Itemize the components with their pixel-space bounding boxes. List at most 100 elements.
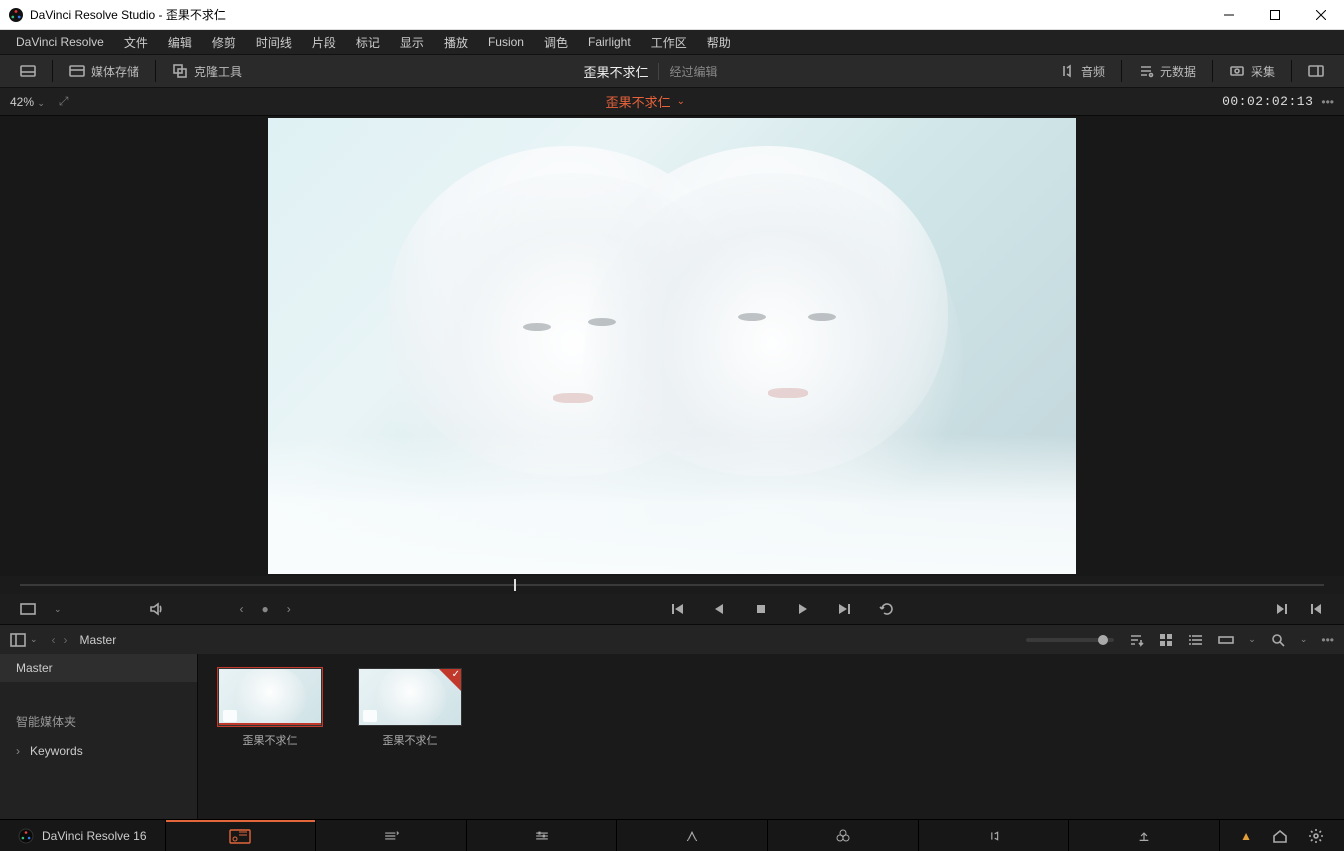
menu-workspace[interactable]: 工作区 bbox=[641, 32, 697, 53]
page-tabs: DaVinci Resolve 16 ▲ bbox=[0, 819, 1344, 851]
metadata-panel-label: 元数据 bbox=[1160, 63, 1196, 80]
layout-toggle-button[interactable] bbox=[10, 59, 46, 83]
go-first-button[interactable] bbox=[669, 601, 685, 617]
tab-media[interactable] bbox=[165, 820, 316, 851]
sort-button[interactable] bbox=[1128, 632, 1144, 648]
warning-icon[interactable]: ▲ bbox=[1240, 829, 1252, 843]
menu-fairlight[interactable]: Fairlight bbox=[578, 33, 641, 51]
transport-bar: ⌄ ‹ ● › bbox=[0, 594, 1344, 624]
project-status: 经过编辑 bbox=[658, 63, 717, 80]
viewer-options-icon[interactable]: ••• bbox=[1321, 95, 1334, 109]
tab-deliver[interactable] bbox=[1068, 820, 1219, 851]
menu-timeline[interactable]: 时间线 bbox=[246, 32, 302, 53]
bin-header: ⌄ ‹ › Master ⌄ ⌄ ••• bbox=[0, 624, 1344, 654]
clone-tool-label: 克隆工具 bbox=[194, 63, 242, 80]
viewer-timecode[interactable]: 00:02:02:13 bbox=[1222, 94, 1313, 109]
brand-label: DaVinci Resolve 16 bbox=[0, 820, 165, 851]
play-reverse-button[interactable] bbox=[711, 601, 727, 617]
bin-sidebar: Master 智能媒体夹 ›Keywords bbox=[0, 654, 198, 819]
tab-edit[interactable] bbox=[466, 820, 617, 851]
viewer-mode-button[interactable] bbox=[20, 601, 36, 617]
sidebar-heading-smart: 智能媒体夹 bbox=[0, 706, 197, 737]
bin-options-icon[interactable]: ••• bbox=[1321, 633, 1334, 647]
clip-thumbnail[interactable]: 歪果不求仁 bbox=[218, 668, 322, 748]
mute-button[interactable] bbox=[148, 601, 164, 617]
playhead-icon[interactable] bbox=[514, 579, 516, 591]
clip-name: 歪果不求仁 bbox=[383, 732, 438, 748]
chevron-down-icon[interactable]: ⌄ bbox=[1248, 634, 1256, 645]
menu-trim[interactable]: 修剪 bbox=[202, 32, 246, 53]
menu-davinci[interactable]: DaVinci Resolve bbox=[6, 33, 114, 51]
tab-fairlight[interactable] bbox=[918, 820, 1069, 851]
audio-panel-button[interactable]: 音频 bbox=[1049, 59, 1115, 84]
video-canvas[interactable] bbox=[268, 118, 1076, 574]
window-maximize-button[interactable] bbox=[1252, 0, 1298, 30]
bin-layout-button[interactable] bbox=[10, 632, 26, 648]
tab-cut[interactable] bbox=[315, 820, 466, 851]
stop-button[interactable] bbox=[753, 601, 769, 617]
sidebar-item-keywords[interactable]: ›Keywords bbox=[0, 737, 197, 765]
settings-button[interactable] bbox=[1308, 828, 1324, 844]
check-icon: ✓ bbox=[452, 669, 460, 680]
audio-badge-icon bbox=[223, 710, 237, 722]
sidebar-item-master[interactable]: Master bbox=[0, 654, 197, 682]
list-view-button[interactable] bbox=[1188, 632, 1204, 648]
thumbnail-size-slider[interactable] bbox=[1026, 638, 1114, 642]
menu-bar: DaVinci Resolve 文件 编辑 修剪 时间线 片段 标记 显示 播放… bbox=[0, 30, 1344, 54]
project-name: 歪果不求仁 bbox=[583, 62, 648, 81]
inspector-toggle-button[interactable] bbox=[1298, 59, 1334, 83]
menu-edit[interactable]: 编辑 bbox=[158, 32, 202, 53]
menu-color[interactable]: 调色 bbox=[534, 32, 578, 53]
capture-panel-button[interactable]: 采集 bbox=[1219, 59, 1285, 84]
play-button[interactable] bbox=[795, 601, 811, 617]
chevron-down-icon[interactable]: ⌄ bbox=[1300, 634, 1308, 645]
viewer-expand-icon[interactable]: ⤢ bbox=[59, 94, 69, 109]
audio-panel-label: 音频 bbox=[1081, 63, 1105, 80]
clone-tool-button[interactable]: 克隆工具 bbox=[162, 59, 252, 84]
nav-back-button[interactable]: ‹ bbox=[52, 633, 56, 647]
chevron-down-icon[interactable]: ⌄ bbox=[30, 634, 38, 645]
capture-panel-label: 采集 bbox=[1251, 63, 1275, 80]
menu-mark[interactable]: 标记 bbox=[346, 32, 390, 53]
loop-button[interactable] bbox=[879, 601, 895, 617]
thumb-view-button[interactable] bbox=[1158, 632, 1174, 648]
timeline-badge-icon bbox=[363, 710, 377, 722]
app-logo-icon bbox=[8, 7, 24, 23]
viewer-clip-name[interactable]: 歪果不求仁 bbox=[606, 92, 671, 111]
clip-thumbnail[interactable]: ✓ 歪果不求仁 bbox=[358, 668, 462, 748]
strip-view-button[interactable] bbox=[1218, 632, 1234, 648]
menu-clip[interactable]: 片段 bbox=[302, 32, 346, 53]
go-last-button[interactable] bbox=[837, 601, 853, 617]
clip-name: 歪果不求仁 bbox=[243, 732, 298, 748]
zoom-dropdown[interactable]: 42% ⌄ bbox=[10, 95, 45, 109]
chevron-down-icon[interactable]: ⌄ bbox=[677, 96, 685, 107]
search-button[interactable] bbox=[1270, 632, 1286, 648]
menu-view[interactable]: 显示 bbox=[390, 32, 434, 53]
media-storage-button[interactable]: 媒体存储 bbox=[59, 59, 149, 84]
window-title: DaVinci Resolve Studio - 歪果不求仁 bbox=[30, 6, 226, 23]
tab-color[interactable] bbox=[767, 820, 918, 851]
bin-path[interactable]: Master bbox=[80, 633, 117, 647]
nav-forward-button[interactable]: › bbox=[64, 633, 68, 647]
workspace-bar: 媒体存储 克隆工具 歪果不求仁 经过编辑 音频 元数据 采集 bbox=[0, 54, 1344, 88]
media-pool: Master 智能媒体夹 ›Keywords 歪果不求仁 ✓ 歪果不求仁 bbox=[0, 654, 1344, 819]
menu-playback[interactable]: 播放 bbox=[434, 32, 478, 53]
window-minimize-button[interactable] bbox=[1206, 0, 1252, 30]
last-clip-button[interactable] bbox=[1308, 601, 1324, 617]
window-close-button[interactable] bbox=[1298, 0, 1344, 30]
menu-help[interactable]: 帮助 bbox=[697, 32, 741, 53]
menu-fusion[interactable]: Fusion bbox=[478, 33, 534, 51]
prev-mark-icon[interactable]: ‹ bbox=[240, 602, 244, 616]
metadata-panel-button[interactable]: 元数据 bbox=[1128, 59, 1206, 84]
jog-bar[interactable] bbox=[0, 576, 1344, 594]
clip-pool[interactable]: 歪果不求仁 ✓ 歪果不求仁 bbox=[198, 654, 1344, 819]
home-button[interactable] bbox=[1272, 828, 1288, 844]
viewer-header: 42% ⌄ ⤢ 歪果不求仁 ⌄ 00:02:02:13 ••• bbox=[0, 88, 1344, 116]
next-clip-button[interactable] bbox=[1274, 601, 1290, 617]
viewer-panel bbox=[0, 116, 1344, 576]
mark-dot-icon: ● bbox=[262, 602, 269, 616]
menu-file[interactable]: 文件 bbox=[114, 32, 158, 53]
tab-fusion[interactable] bbox=[616, 820, 767, 851]
chevron-down-icon[interactable]: ⌄ bbox=[54, 604, 62, 615]
window-titlebar: DaVinci Resolve Studio - 歪果不求仁 bbox=[0, 0, 1344, 30]
